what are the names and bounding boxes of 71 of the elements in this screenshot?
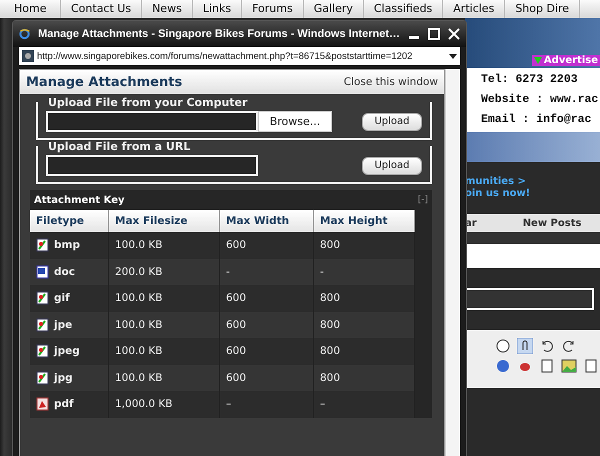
group-legend: Upload File from a URL: [46, 140, 192, 153]
filetype-text: jpg: [54, 372, 73, 384]
advertise-text[interactable]: Advertise: [544, 55, 598, 66]
upload-button[interactable]: Upload: [362, 112, 422, 130]
table-cell: -: [314, 258, 415, 285]
image-file-icon: [36, 318, 49, 332]
image-file-icon: [36, 238, 49, 252]
image-file-icon: [36, 344, 49, 358]
join-link[interactable]: munities >: [465, 176, 600, 188]
collapse-toggle[interactable]: [-]: [418, 195, 428, 205]
scrollbar[interactable]: [445, 69, 460, 456]
browse-button[interactable]: Browse...: [258, 111, 332, 132]
advertise-label[interactable]: Advertise: [532, 55, 600, 66]
filetype-text: bmp: [54, 239, 80, 252]
file-input-field[interactable]: [46, 111, 258, 132]
table-cell: –: [314, 391, 415, 418]
url-text: http://www.singaporebikes.com/forums/newattachment.php?t=86715&poststarttime=1202: [37, 50, 414, 62]
site-icon: [22, 50, 34, 62]
browser-logo-icon: [19, 26, 30, 42]
table-cell: –: [220, 391, 314, 418]
table-cell: 600: [220, 364, 314, 391]
filetype-text: pdf: [54, 398, 74, 410]
close-icon[interactable]: [448, 28, 460, 40]
column-header: Max Width: [220, 210, 314, 232]
column-header: Filetype: [30, 210, 109, 232]
table-cell: 600: [220, 338, 314, 364]
upload-button[interactable]: Upload: [362, 156, 422, 174]
column-header: Max Height: [314, 210, 415, 232]
pdf-file-icon: [36, 397, 49, 412]
window-title: Manage Attachments - Singapore Bikes Forums - Windows Internet…: [38, 28, 400, 40]
maximize-icon[interactable]: [428, 28, 440, 40]
contact-line: Tel: 6273 2203: [481, 72, 579, 88]
table-cell: 800: [314, 232, 415, 258]
table-cell: 600: [220, 285, 314, 312]
column-header: Max Filesize: [109, 210, 220, 232]
table-cell: -: [220, 258, 314, 285]
table-cell: 100.0 KB: [109, 364, 220, 391]
doc-file-icon: [36, 264, 49, 279]
input-field[interactable]: [465, 288, 594, 310]
url-input-field[interactable]: [46, 155, 258, 176]
dialog-heading: Manage Attachments: [26, 74, 182, 90]
table-cell: 100.0 KB: [109, 338, 220, 364]
table-cell: 800: [314, 338, 415, 364]
address-bar[interactable]: http://www.singaporebikes.com/forums/newattachment.php?t=86715&poststarttime=1202: [19, 47, 460, 65]
document-icon[interactable]: [539, 358, 555, 374]
table-cell: 200.0 KB: [109, 258, 220, 285]
table-cell: 1,000.0 KB: [109, 391, 220, 418]
table-cell: 800: [314, 312, 415, 338]
image-file-icon: [36, 370, 49, 385]
table-cell: 600: [220, 232, 314, 258]
triangle-icon: [534, 57, 542, 64]
filetype-text: gif: [54, 292, 70, 304]
contact-line: Website : www.rac: [481, 92, 600, 108]
table-cell: 600: [220, 312, 314, 338]
paperclip-icon[interactable]: [517, 338, 533, 354]
close-window-link[interactable]: Close this window: [344, 76, 438, 88]
filetype-text: jpe: [54, 318, 72, 331]
table-cell: 100.0 KB: [109, 312, 220, 338]
filetype-text: doc: [54, 266, 75, 278]
picture-icon[interactable]: [561, 358, 577, 374]
filetype-text: jpeg: [54, 345, 80, 358]
image-file-icon: [36, 291, 49, 306]
table-cell: 800: [314, 364, 415, 391]
group-legend: Upload File from your Computer: [46, 96, 250, 109]
contact-line: Email : info@rac: [481, 112, 592, 128]
table-cell: 100.0 KB: [109, 285, 220, 312]
panel-title: Attachment Key: [34, 194, 125, 206]
table-cell: 800: [314, 285, 415, 312]
forum-tab[interactable]: New Posts: [522, 218, 582, 228]
dropdown-caret-icon[interactable]: [449, 54, 457, 58]
table-cell: 100.0 KB: [109, 232, 220, 258]
